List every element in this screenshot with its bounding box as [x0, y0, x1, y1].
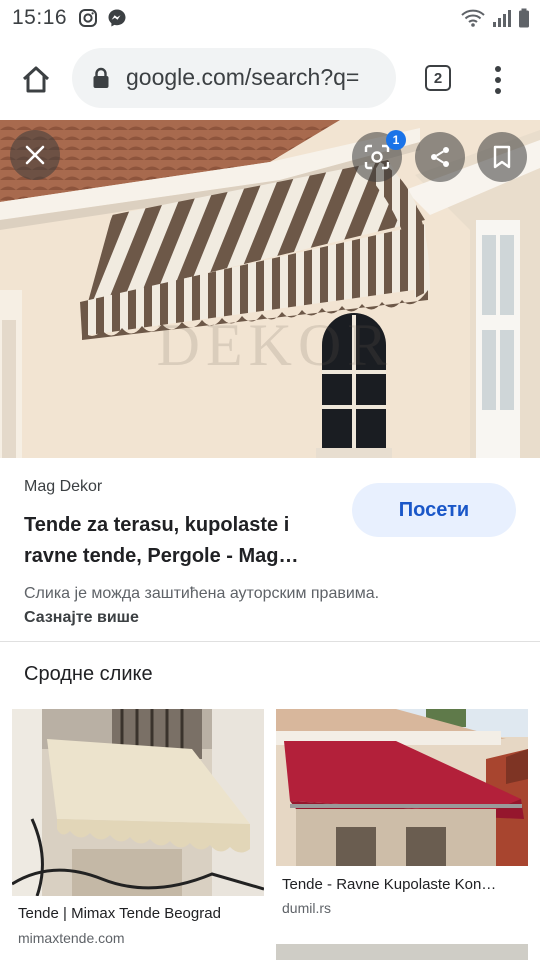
related-title-2[interactable]: Tende - Ravne Kupolaste Kon… [282, 876, 522, 893]
lens-badge: 1 [386, 130, 406, 150]
status-bar: 15:16 [0, 0, 540, 38]
divider [0, 641, 540, 642]
related-image-1[interactable] [12, 709, 264, 896]
related-photo-2 [276, 709, 528, 866]
close-icon [25, 145, 45, 165]
share-button[interactable] [415, 132, 465, 182]
battery-icon [519, 8, 529, 28]
wifi-icon [461, 9, 485, 27]
signal-icon [493, 10, 511, 27]
browser-toolbar: google.com/search?q= 2 [0, 38, 540, 120]
address-bar[interactable]: google.com/search?q= [72, 48, 396, 108]
lens-icon [364, 144, 390, 170]
overflow-menu-button[interactable] [484, 60, 512, 100]
related-heading: Сродне слике [24, 663, 153, 685]
watermark: DEKOR [157, 312, 394, 378]
instagram-icon [79, 9, 97, 27]
tab-count: 2 [425, 65, 451, 91]
save-bookmark-button[interactable] [477, 132, 527, 182]
source-name: Mag Dekor [24, 478, 103, 495]
related-image-3[interactable] [276, 944, 528, 960]
status-icons [460, 7, 530, 29]
related-image-2[interactable] [276, 709, 528, 866]
preview-image: DEKOR [0, 120, 540, 458]
more-vert-icon [495, 66, 501, 72]
copyright-text: Слика је можда заштићена ауторским прави… [24, 585, 380, 602]
home-icon [22, 66, 50, 93]
lock-icon [93, 67, 109, 88]
visit-button[interactable]: Посети [352, 483, 516, 537]
status-time: 15:16 [12, 6, 68, 29]
messenger-icon [108, 9, 126, 27]
url-text: google.com/search?q= [126, 64, 360, 90]
copyright-notice: Слика је можда заштићена ауторским прави… [24, 582, 444, 630]
related-domain-1: mimaxtende.com [18, 930, 125, 946]
learn-more-link[interactable]: Сазнајте више [24, 609, 139, 626]
share-icon [431, 147, 449, 167]
result-title[interactable]: Tende za terasu, kupolaste i ravne tende… [24, 510, 324, 572]
related-domain-2: dumil.rs [282, 900, 332, 916]
bookmark-icon [493, 145, 511, 169]
related-title-1[interactable]: Tende | Mimax Tende Beograd [18, 905, 264, 922]
home-button[interactable] [14, 60, 58, 100]
tab-switcher-button[interactable]: 2 [418, 60, 458, 96]
close-button[interactable] [10, 130, 60, 180]
related-photo-1 [12, 709, 264, 896]
